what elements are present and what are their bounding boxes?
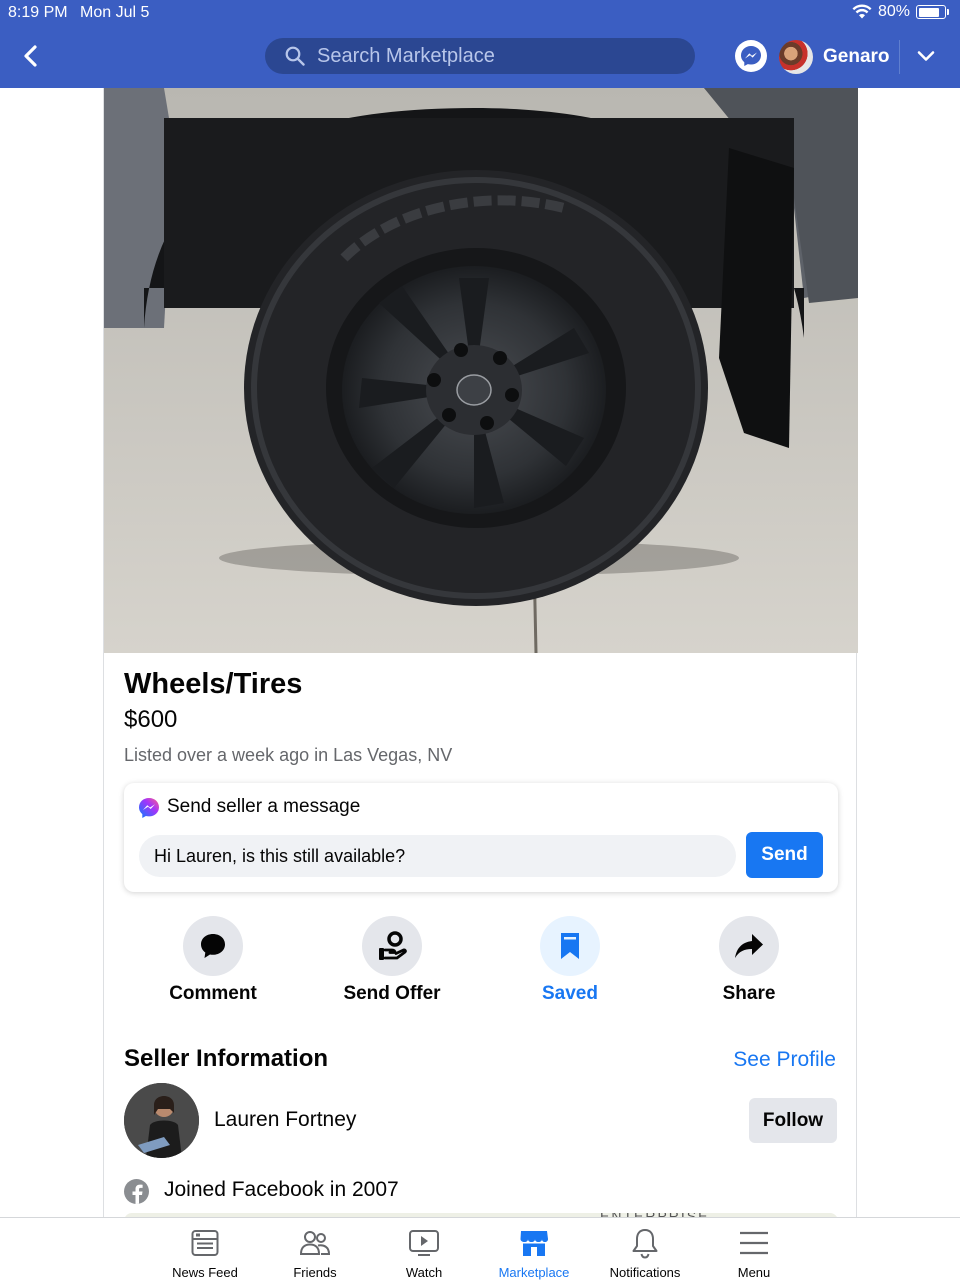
share-icon-circle [719, 916, 779, 976]
message-box-title: Send seller a message [167, 796, 361, 817]
comment-icon [201, 934, 225, 958]
messenger-icon [736, 41, 766, 71]
seller-avatar[interactable] [124, 1083, 199, 1158]
bookmark-icon [561, 933, 579, 959]
status-indicators: 80% [852, 3, 949, 21]
listing-price: $600 [124, 706, 178, 733]
search-icon [285, 46, 305, 66]
share-icon [735, 934, 763, 958]
chevron-left-icon [24, 45, 37, 67]
search-bar[interactable]: Search Marketplace [265, 38, 695, 74]
seller-name[interactable]: Lauren Fortney [214, 1108, 356, 1132]
battery-percent: 80% [877, 3, 910, 20]
facebook-icon [124, 1179, 149, 1204]
comment-button[interactable]: Comment [138, 916, 288, 1005]
tab-marketplace[interactable]: Marketplace [479, 1226, 589, 1280]
tab-label: Friends [293, 1265, 337, 1280]
follow-button[interactable]: Follow [749, 1098, 837, 1143]
tab-label: Menu [737, 1265, 771, 1280]
tab-label: News Feed [172, 1265, 238, 1280]
tab-label: Marketplace [498, 1265, 570, 1280]
share-label: Share [722, 983, 776, 1004]
header-divider [899, 40, 900, 74]
comment-icon-circle [183, 916, 243, 976]
bookmark-icon-circle [540, 916, 600, 976]
battery-icon [916, 5, 949, 19]
joined-facebook-text: Joined Facebook in 2007 [164, 1178, 399, 1201]
listing-meta: Listed over a week ago in Las Vegas, NV [124, 745, 453, 765]
watch-icon [409, 1230, 439, 1256]
user-name[interactable]: Genaro [823, 46, 890, 68]
see-profile-link[interactable]: See Profile [733, 1048, 836, 1072]
seller-photo [124, 1083, 199, 1158]
message-input[interactable]: Hi Lauren, is this still available? [139, 835, 736, 877]
wifi-icon [852, 4, 872, 19]
back-button[interactable] [14, 38, 46, 74]
news-feed-icon [191, 1230, 219, 1256]
tire-photo-illustration [104, 88, 858, 653]
tab-watch[interactable]: Watch [369, 1226, 479, 1280]
tab-friends[interactable]: Friends [260, 1226, 370, 1280]
message-seller-box: Send seller a message Hi Lauren, is this… [124, 783, 838, 892]
tab-news-feed[interactable]: News Feed [150, 1226, 260, 1280]
saved-label: Saved [542, 983, 598, 1004]
bottom-tab-bar: News Feed Friends Watch Marketplace Noti… [0, 1217, 960, 1280]
send-button[interactable]: Send [746, 832, 823, 878]
battery-fill [918, 7, 939, 17]
status-date: Mon Jul 5 [80, 4, 150, 21]
user-avatar[interactable] [779, 40, 813, 74]
share-button[interactable]: Share [674, 916, 824, 1005]
bell-icon [632, 1229, 658, 1259]
tab-menu[interactable]: Menu [699, 1226, 809, 1280]
saved-button[interactable]: Saved [495, 916, 645, 1005]
tab-label: Watch [405, 1265, 443, 1280]
listing-photo[interactable] [104, 88, 858, 653]
messenger-icon [139, 798, 159, 818]
seller-info-heading: Seller Information [124, 1045, 329, 1072]
tab-notifications[interactable]: Notifications [590, 1226, 700, 1280]
offer-icon-circle [362, 916, 422, 976]
facebook-f-glyph [132, 1184, 143, 1204]
send-offer-button[interactable]: Send Offer [317, 916, 467, 1005]
listing-card: Wheels/Tires $600 Listed over a week ago… [103, 88, 858, 1228]
send-offer-label: Send Offer [343, 983, 441, 1004]
friends-icon [299, 1231, 331, 1255]
search-placeholder: Search Marketplace [317, 44, 495, 67]
offer-icon [379, 931, 407, 960]
menu-icon [740, 1231, 768, 1255]
account-dropdown-button[interactable] [912, 44, 940, 68]
top-bar: 8:19 PM Mon Jul 5 80% Search Marketplace… [0, 0, 960, 88]
status-time: 8:19 PM [8, 4, 68, 21]
chevron-down-icon [917, 51, 935, 61]
listing-title: Wheels/Tires [124, 668, 303, 700]
messenger-button[interactable] [735, 40, 767, 72]
marketplace-icon [520, 1231, 548, 1256]
comment-label: Comment [169, 983, 257, 1004]
tab-label: Notifications [609, 1265, 681, 1280]
